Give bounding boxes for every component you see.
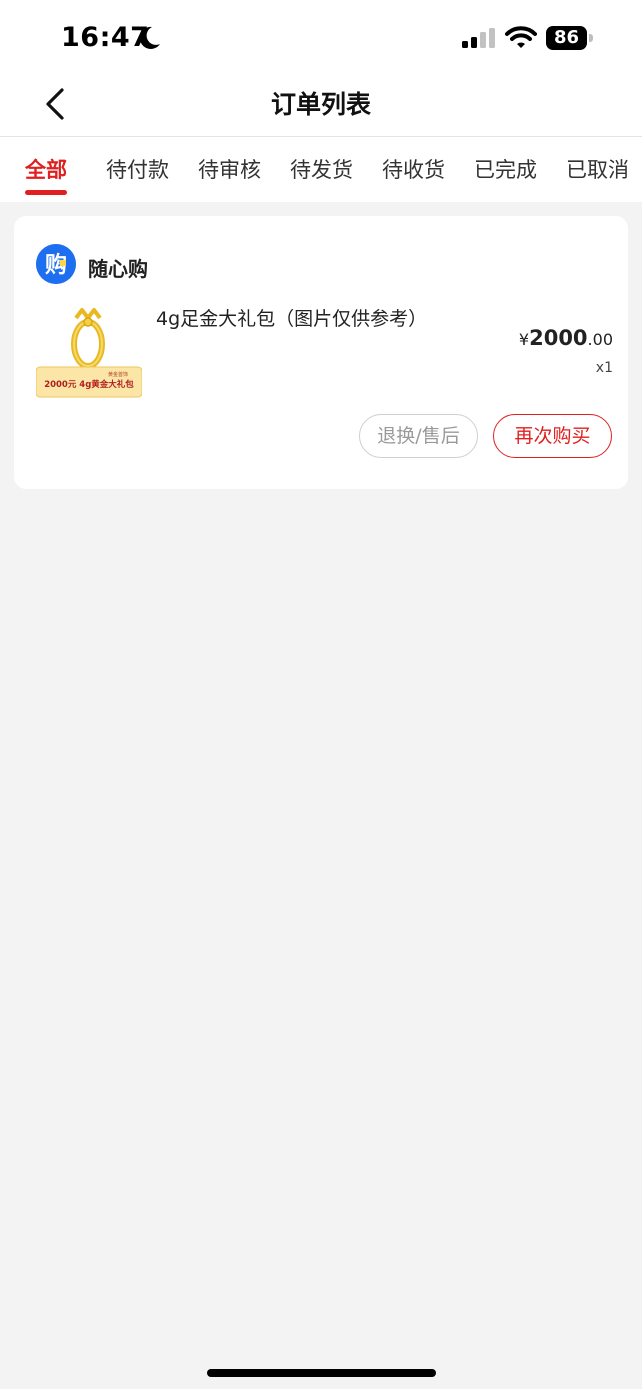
shop-name: 随心购	[88, 257, 148, 281]
product-quantity: x1	[595, 360, 613, 376]
price-decimal: .00	[587, 330, 613, 349]
tab-cancelled[interactable]: 已取消	[566, 154, 629, 184]
tab-pending-payment[interactable]: 待付款	[106, 154, 169, 184]
shop-logo-icon: 购	[36, 244, 76, 284]
nav-divider	[0, 136, 642, 137]
tab-completed[interactable]: 已完成	[474, 154, 537, 184]
tab-all[interactable]: 全部	[25, 154, 67, 184]
battery-level: 86	[553, 27, 580, 48]
price-currency: ¥	[518, 330, 530, 349]
tab-pending-shipment[interactable]: 待发货	[290, 154, 353, 184]
wifi-icon	[505, 26, 537, 48]
product-thumbnail[interactable]: 黄金首饰 2000元 4g黄金大礼包	[36, 300, 142, 400]
header-area: 16:47 86 订单列表 全部 待付款 待审核 待发货 待收货 已完成 已取消	[0, 0, 642, 202]
home-indicator[interactable]	[207, 1369, 436, 1377]
tab-pending-review[interactable]: 待审核	[198, 154, 261, 184]
battery-icon: 86	[546, 26, 594, 50]
tab-pending-receipt[interactable]: 待收货	[382, 154, 445, 184]
order-card[interactable]: 购 随心购 黄金首饰 2000元 4g黄金大礼包 4g足金大礼包（图片仅供参考）…	[14, 216, 628, 489]
signal-icon	[462, 28, 495, 48]
rebuy-button[interactable]: 再次购买	[493, 414, 612, 458]
page-title: 订单列表	[270, 90, 371, 119]
moon-icon	[139, 26, 160, 49]
product-price: ¥2000.00	[519, 326, 613, 350]
thumbnail-tag: 黄金首饰	[108, 371, 128, 378]
after-sale-button[interactable]: 退换/售后	[359, 414, 478, 458]
active-tab-indicator	[25, 190, 67, 195]
product-name[interactable]: 4g足金大礼包（图片仅供参考）	[156, 304, 427, 331]
thumbnail-banner-text: 2000元 4g黄金大礼包	[44, 379, 134, 390]
price-integer: 2000	[529, 326, 588, 350]
